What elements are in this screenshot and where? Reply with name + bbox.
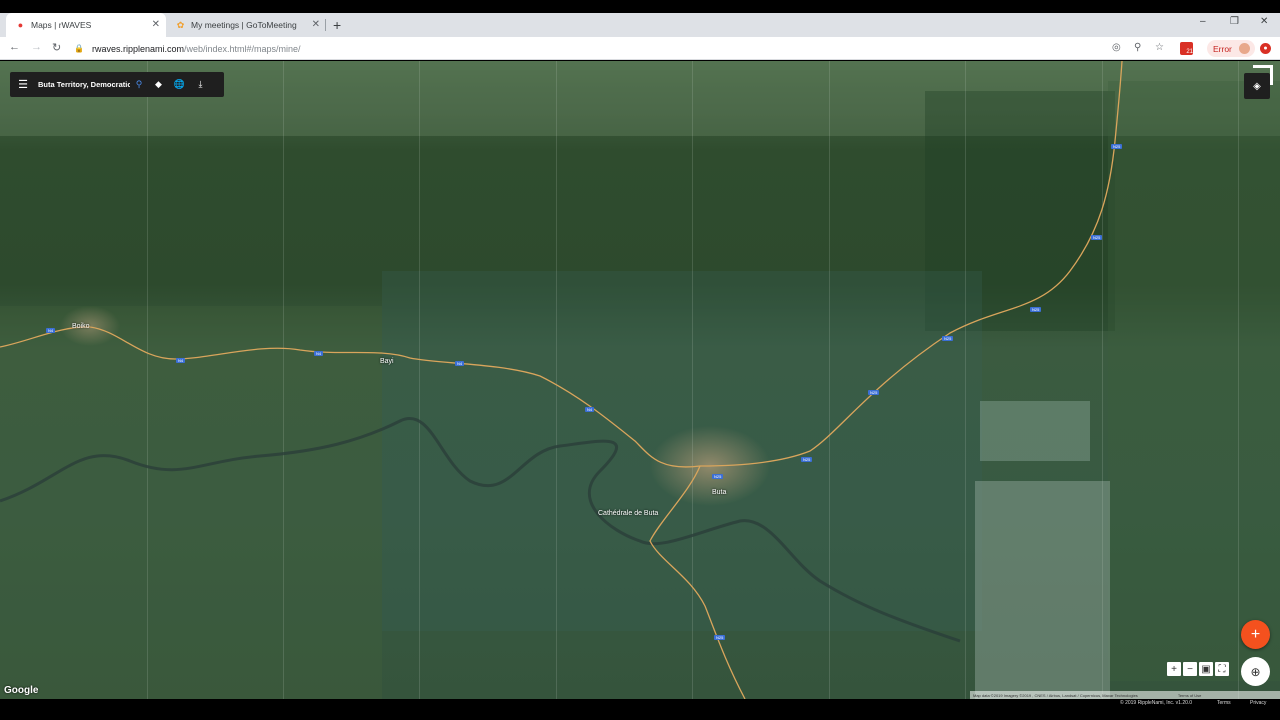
map-zoom-controls: + − ▣ ⛶ xyxy=(1167,662,1229,676)
road-n4 xyxy=(0,326,701,468)
road-shield: N4 xyxy=(455,361,465,366)
terms-of-use-link[interactable]: Terms of Use xyxy=(1178,693,1202,698)
zoom-icon[interactable]: ⚲ xyxy=(1134,42,1141,53)
profile-error-button[interactable]: Error xyxy=(1207,40,1255,57)
road-shield: N4 xyxy=(46,328,56,333)
road-south xyxy=(649,465,746,699)
place-label: Bayi xyxy=(380,358,394,365)
add-fab-button[interactable]: + xyxy=(1241,620,1270,649)
layers-icon[interactable]: ◈ xyxy=(1244,73,1270,99)
road-shield: N25 xyxy=(868,390,880,395)
forward-icon[interactable]: → xyxy=(31,41,42,53)
location-icon[interactable]: ◎ xyxy=(1112,42,1121,53)
search-icon[interactable]: ⚲ xyxy=(130,79,148,90)
river xyxy=(0,417,961,643)
copyright-text: © 2019 RippleNami, Inc. v1.20.0 xyxy=(1120,700,1193,706)
place-label: Cathédrale de Buta xyxy=(598,510,659,517)
calendar-badge: 21 xyxy=(1186,49,1193,55)
road-shield: N25 xyxy=(1030,307,1042,312)
road-shield: N25 xyxy=(712,474,724,479)
my-location-button[interactable]: ⊕ xyxy=(1241,657,1270,686)
app-footer: © 2019 RippleNami, Inc. v1.20.0 Terms Pr… xyxy=(0,699,1280,708)
error-label: Error xyxy=(1213,43,1232,54)
url-path: /web/index.html#/maps/mine/ xyxy=(184,43,301,54)
road-shield: N25 xyxy=(1091,235,1103,240)
restore-icon[interactable]: ❐ xyxy=(1230,16,1239,27)
terms-link[interactable]: Terms xyxy=(1217,700,1231,706)
attribution-text: Map data ©2019 Imagery ©2019 , CNES / Ai… xyxy=(973,692,1138,698)
tab-divider xyxy=(325,19,326,31)
place-label: Boiko xyxy=(72,323,90,330)
close-window-icon[interactable]: ✕ xyxy=(1260,16,1268,27)
privacy-link[interactable]: Privacy xyxy=(1250,700,1266,706)
satellite-map[interactable]: N4 N4 N4 N4 N4 N25 N25 N25 N25 N25 N25 N… xyxy=(0,61,1280,699)
map-search-panel: ☰ Buta Territory, Democratic ⚲ ◆ 🌐 ⤓ xyxy=(10,72,224,97)
tab-title: My meetings | GoToMeeting xyxy=(191,20,297,30)
map-pin-icon: ● xyxy=(17,20,24,30)
map-attribution: Map data ©2019 Imagery ©2019 , CNES / Ai… xyxy=(970,691,1280,699)
tab-strip: ● Maps | rWAVES ✕ ✿ My meetings | GoToMe… xyxy=(0,13,1280,37)
close-tab-icon[interactable]: ✕ xyxy=(312,19,320,30)
directions-icon[interactable]: ◆ xyxy=(148,79,169,90)
road-shield: N4 xyxy=(585,407,595,412)
reload-icon[interactable]: ↻ xyxy=(52,41,61,54)
roads-layer xyxy=(0,61,1123,699)
road-shield: N4 xyxy=(314,351,324,356)
extension-icon[interactable]: ● xyxy=(1260,43,1271,54)
close-tab-icon[interactable]: ✕ xyxy=(152,19,160,30)
place-label: Buta xyxy=(712,489,727,496)
road-n25 xyxy=(699,61,1123,467)
new-tab-button[interactable]: + xyxy=(333,17,341,33)
road-shield: N25 xyxy=(942,336,954,341)
road-shield: N25 xyxy=(1111,144,1123,149)
url-host: rwaves.ripplenami.com xyxy=(91,43,184,54)
search-input[interactable]: Buta Territory, Democratic xyxy=(38,80,130,89)
back-icon[interactable]: ← xyxy=(9,41,20,53)
zoom-in-button[interactable]: + xyxy=(1167,662,1181,676)
calendar-extension-icon[interactable]: 21 xyxy=(1180,42,1193,55)
google-logo: Google xyxy=(4,685,39,696)
zoom-out-button[interactable]: − xyxy=(1183,662,1197,676)
address-bar[interactable]: 🔒 rwaves.ripplenami.com/web/index.html#/… xyxy=(74,40,1104,57)
tab-title: Maps | rWAVES xyxy=(31,20,92,30)
menu-icon[interactable]: ☰ xyxy=(12,78,34,91)
browser-toolbar: ← → ↻ 🔒 rwaves.ripplenami.com/web/index.… xyxy=(0,37,1280,60)
gotomeeting-icon: ✿ xyxy=(176,19,185,30)
road-shield: N25 xyxy=(801,457,813,462)
lock-icon: 🔒 xyxy=(74,44,84,53)
avatar xyxy=(1239,43,1250,54)
tab-maps[interactable]: ● Maps | rWAVES ✕ xyxy=(6,13,166,37)
fit-extent-icon[interactable]: ▣ xyxy=(1199,662,1213,676)
road-shield: N4 xyxy=(176,358,186,363)
road-shield: N25 xyxy=(714,635,726,640)
globe-icon[interactable]: 🌐 xyxy=(169,79,190,90)
browser-window: ● Maps | rWAVES ✕ ✿ My meetings | GoToMe… xyxy=(0,0,1280,720)
tab-gotomeeting[interactable]: ✿ My meetings | GoToMeeting ✕ xyxy=(166,13,326,37)
fullscreen-icon[interactable]: ⛶ xyxy=(1215,662,1229,676)
download-icon[interactable]: ⤓ xyxy=(190,79,211,90)
minimize-icon[interactable]: – xyxy=(1200,16,1206,27)
bookmark-star-icon[interactable]: ☆ xyxy=(1155,42,1164,53)
